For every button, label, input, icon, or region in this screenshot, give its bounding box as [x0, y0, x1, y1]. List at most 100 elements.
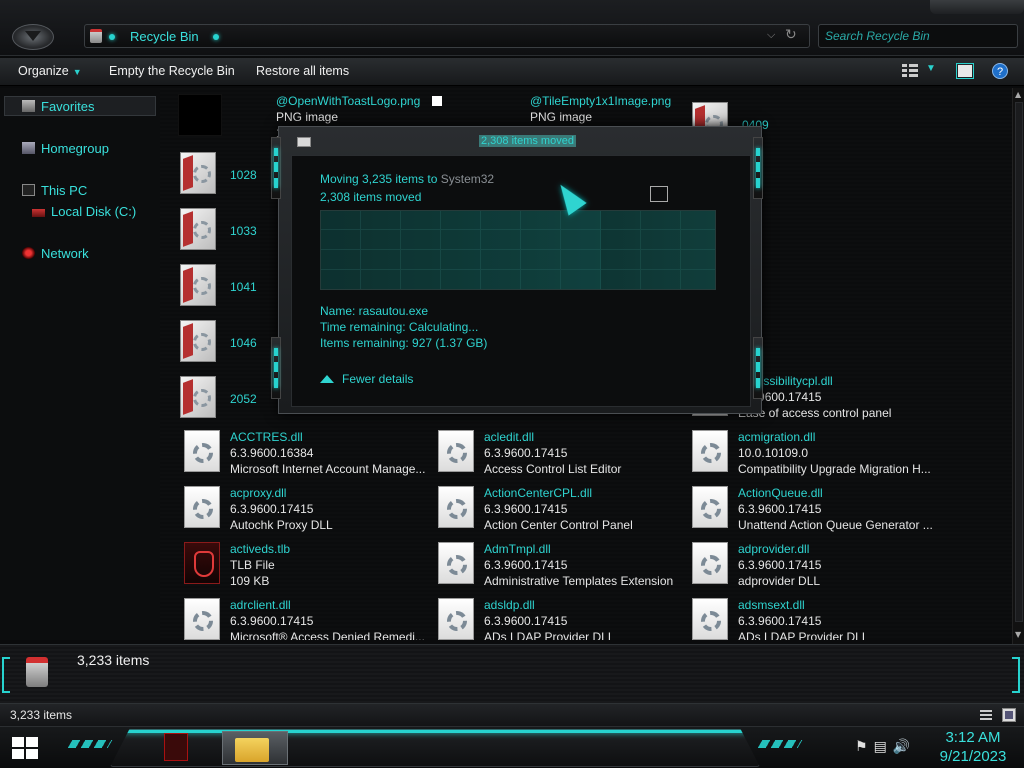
file-name: 1041	[230, 280, 257, 294]
sidebar-item-label: Network	[41, 246, 89, 261]
dialog-body: Moving 3,235 items to System32 2,308 ite…	[291, 155, 751, 407]
restore-all-button[interactable]: Restore all items	[256, 64, 349, 78]
file-description: Action Center Control Panel	[484, 518, 633, 532]
back-navigation-button[interactable]	[12, 24, 54, 50]
dialog-titlebar[interactable]: 2,308 items moved	[287, 133, 753, 153]
dialog-title: 2,308 items moved	[479, 135, 576, 147]
dll-file-icon	[692, 430, 728, 472]
taskbar-app-alienware[interactable]	[164, 733, 188, 761]
file-type: 6.3.9600.17415	[738, 614, 822, 628]
file-type: TLB File	[230, 558, 275, 572]
file-item[interactable]: ActionCenterCPL.dll 6.3.9600.17415 Action …	[438, 486, 688, 540]
taskbar-glow	[121, 730, 749, 733]
vertical-scrollbar[interactable]: ▲ ▼	[1012, 88, 1024, 644]
file-name: adsldp.dll	[484, 598, 535, 612]
network-icon[interactable]: ▤	[874, 739, 887, 755]
sidebar-item-local-disk[interactable]: Local Disk (C:)	[32, 204, 136, 219]
refresh-icon[interactable]: ↻	[785, 27, 797, 43]
frame-bracket	[271, 337, 281, 399]
chevron-down-icon[interactable]: ▼	[926, 63, 936, 74]
moving-summary: Moving 3,235 items to System32	[320, 172, 494, 186]
windows-logo-icon	[26, 737, 38, 747]
file-item[interactable]: acproxy.dll 6.3.9600.17415 Autochk Proxy D…	[184, 486, 434, 540]
drive-icon	[32, 209, 45, 217]
breadcrumb-separator-icon	[109, 34, 115, 40]
scroll-up-icon[interactable]: ▲	[1015, 90, 1021, 99]
start-button[interactable]	[12, 737, 40, 759]
items-moved-text: 2,308 items moved	[320, 190, 422, 204]
scrollbar-thumb[interactable]	[1015, 102, 1023, 622]
time-remaining: Time remaining: Calculating...	[320, 320, 479, 334]
dll-file-icon	[184, 430, 220, 472]
file-name: adprovider.dll	[738, 542, 810, 556]
file-type: 6.3.9600.17415	[738, 558, 822, 572]
file-item[interactable]: ActionQueue.dll 6.3.9600.17415 Unattend Ac…	[692, 486, 942, 540]
large-icons-view-icon[interactable]	[1002, 708, 1016, 722]
file-name: 2052	[230, 392, 257, 406]
windows-logo-icon	[12, 749, 24, 759]
file-item[interactable]: adsldp.dll 6.3.9600.17415 ADs LDAP Provide…	[438, 598, 688, 640]
file-description: ADs LDAP Provider DLL	[484, 630, 615, 640]
items-remaining: Items remaining: 927 (1.37 GB)	[320, 336, 488, 350]
file-item[interactable]: acmigration.dll 10.0.10109.0 Compatibility…	[692, 430, 942, 484]
frame-bracket	[753, 337, 763, 399]
dll-file-icon	[438, 430, 474, 472]
destination-link[interactable]: System32	[441, 172, 494, 186]
organize-button[interactable]: Organize ▼	[18, 64, 82, 78]
file-item[interactable]: ACCTRES.dll 6.3.9600.16384 Microsoft Inter…	[184, 430, 434, 484]
file-type: PNG image	[276, 110, 339, 124]
address-bar[interactable]: Recycle Bin ⌵ ↻	[84, 24, 810, 48]
dll-file-icon	[184, 486, 220, 528]
clock-date: 9/21/2023	[939, 748, 1007, 765]
sidebar-item-network[interactable]: Network	[22, 246, 89, 261]
file-item[interactable]: adsmsext.dll 6.3.9600.17415 ADs LDAP Provi…	[692, 598, 942, 640]
folder-icon	[180, 208, 216, 250]
move-progress-dialog: 2,308 items moved Moving 3,235 items to …	[271, 126, 763, 414]
search-input[interactable]: Search Recycle Bin	[818, 24, 1018, 48]
computer-icon	[22, 184, 35, 196]
windows-logo-icon	[12, 737, 24, 747]
breadcrumb-recycle-bin[interactable]: Recycle Bin	[130, 29, 199, 44]
frame-bracket	[271, 137, 281, 199]
file-item[interactable]: AdmTmpl.dll 6.3.9600.17415 Administrative …	[438, 542, 688, 596]
file-description: Compatibility Upgrade Migration H...	[738, 462, 931, 476]
file-item[interactable]: acledit.dll 6.3.9600.17415 Access Control …	[438, 430, 688, 484]
frame-corner	[1012, 657, 1020, 693]
pause-button[interactable]	[650, 186, 668, 202]
status-bar: 3,233 items	[0, 704, 1024, 726]
details-view-icon[interactable]	[980, 709, 992, 721]
up-arrow-icon	[320, 375, 334, 383]
file-item[interactable]: adrclient.dll 6.3.9600.17415 Microsoft® Ac…	[184, 598, 434, 640]
fewer-details-button[interactable]: Fewer details	[320, 372, 413, 386]
clock[interactable]: 3:12 AM 9/21/2023	[930, 729, 1016, 765]
dll-file-icon	[438, 542, 474, 584]
file-description: adprovider DLL	[738, 574, 821, 588]
file-item[interactable]: adprovider.dll 6.3.9600.17415 adprovider D…	[692, 542, 942, 596]
file-name: @OpenWithToastLogo.png	[276, 94, 421, 108]
taskbar: ⚑ ▤ 🔊 3:12 AM 9/21/2023	[0, 726, 1024, 768]
current-file-name: Name: rasautou.exe	[320, 304, 429, 318]
network-icon	[22, 247, 35, 259]
window-controls[interactable]	[930, 0, 1024, 14]
help-icon[interactable]: ?	[992, 63, 1008, 79]
dll-file-icon	[692, 598, 728, 640]
empty-recycle-bin-button[interactable]: Empty the Recycle Bin	[109, 64, 235, 78]
view-options-icon[interactable]	[902, 63, 918, 77]
preview-pane-icon[interactable]	[956, 63, 974, 79]
dll-file-icon	[692, 542, 728, 584]
file-name: 1033	[230, 224, 257, 238]
scroll-down-icon[interactable]: ▼	[1015, 630, 1021, 639]
sidebar-item-label: Local Disk (C:)	[51, 204, 137, 219]
sidebar-item-this-pc[interactable]: This PC	[22, 183, 87, 198]
dll-file-icon	[438, 598, 474, 640]
action-center-flag-icon[interactable]: ⚑	[855, 739, 868, 755]
volume-icon[interactable]: 🔊	[893, 739, 910, 755]
homegroup-icon	[22, 142, 35, 154]
sidebar-item-homegroup[interactable]: Homegroup	[22, 141, 109, 156]
taskbar-app-file-explorer[interactable]	[222, 731, 288, 765]
system-tray: ⚑ ▤ 🔊	[855, 739, 916, 755]
sidebar-item-favorites[interactable]: Favorites	[22, 99, 94, 114]
image-file-icon	[432, 96, 442, 106]
chevron-down-icon[interactable]: ⌵	[767, 28, 775, 42]
file-item[interactable]: activeds.tlb TLB File 109 KB	[184, 542, 434, 596]
